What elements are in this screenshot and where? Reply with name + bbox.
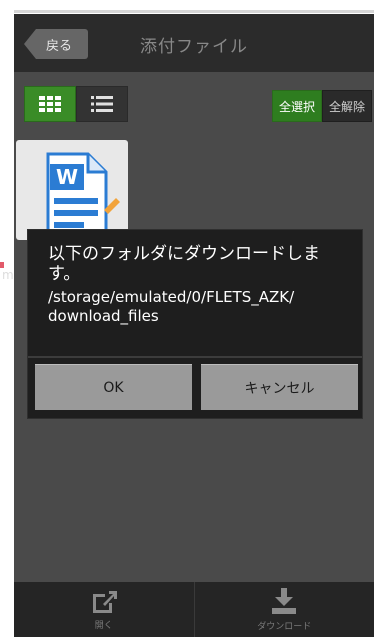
grid-view-button[interactable] xyxy=(24,86,76,122)
svg-text:W: W xyxy=(56,165,78,189)
list-view-button[interactable] xyxy=(76,86,128,122)
status-line xyxy=(14,10,374,13)
open-icon xyxy=(92,591,117,613)
dialog-divider xyxy=(28,356,362,358)
list-icon xyxy=(91,96,113,112)
cancel-button[interactable]: キャンセル xyxy=(201,364,358,410)
view-toggle xyxy=(24,86,128,122)
dialog-path: /storage/emulated/0/FLETS_AZK/ download_… xyxy=(48,288,295,325)
selection-group: 全選択 全解除 xyxy=(271,90,372,122)
word-document-icon: W xyxy=(46,152,120,238)
open-label: 開く xyxy=(94,621,113,631)
file-tile[interactable]: W xyxy=(16,140,128,240)
navbar: 戻る 添付ファイル xyxy=(14,14,374,72)
file-name-partial: m xyxy=(2,268,14,282)
grid-icon xyxy=(39,96,61,112)
download-icon xyxy=(272,588,297,614)
select-all-button[interactable]: 全選択 xyxy=(271,90,322,122)
dialog-message: 以下のフォルダにダウンロードします。 xyxy=(48,244,320,284)
download-dialog: 以下のフォルダにダウンロードします。 /storage/emulated/0/F… xyxy=(27,229,363,419)
open-button[interactable]: 開く xyxy=(14,582,194,637)
download-button[interactable]: ダウンロード xyxy=(193,582,374,637)
page-title: 添付ファイル xyxy=(140,37,248,57)
bottom-toolbar: 開く ダウンロード xyxy=(14,582,374,637)
download-label: ダウンロード xyxy=(257,622,312,632)
deselect-all-button[interactable]: 全解除 xyxy=(321,90,372,122)
ok-button[interactable]: OK xyxy=(35,364,192,410)
